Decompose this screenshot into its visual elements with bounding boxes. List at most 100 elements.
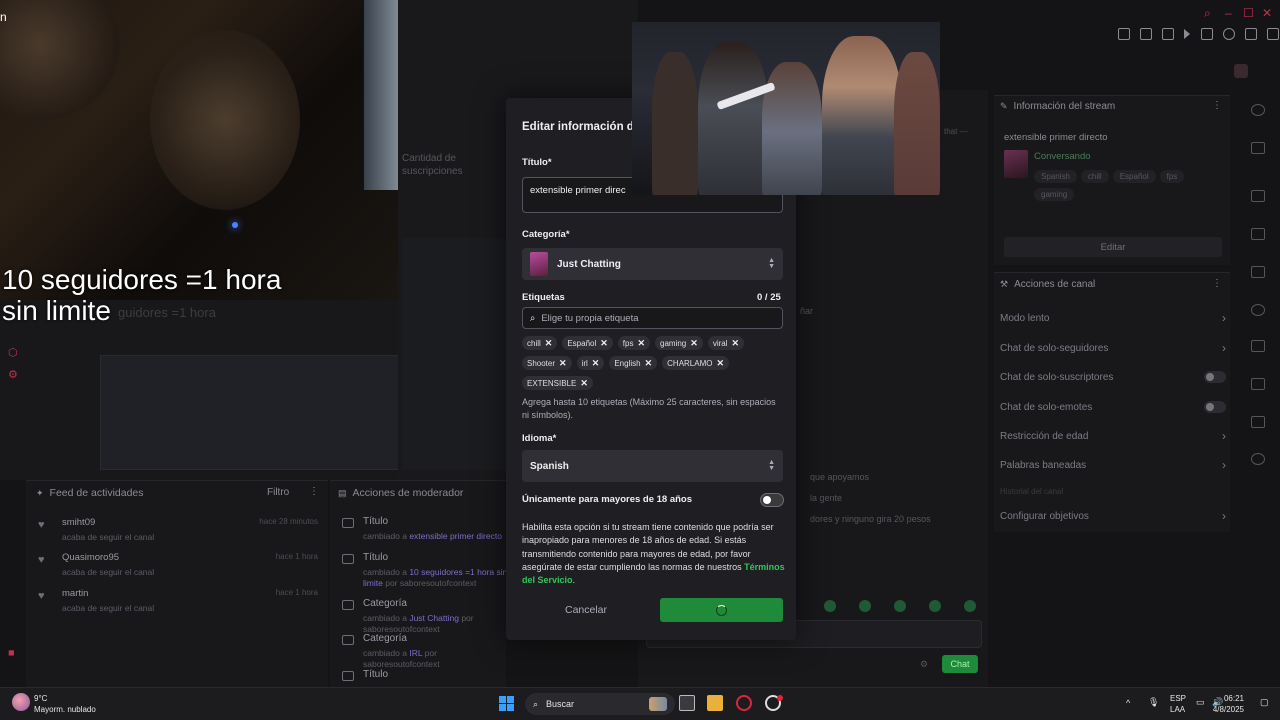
search-icon[interactable]: ⌕ — [1204, 6, 1211, 21]
gear-icon[interactable]: ⚙ — [920, 659, 928, 670]
lang-layout[interactable]: LAA — [1170, 705, 1185, 714]
opera-icon[interactable] — [736, 695, 752, 711]
bolt-icon[interactable] — [1251, 228, 1265, 240]
info-icon[interactable] — [1251, 104, 1265, 116]
save-button[interactable] — [660, 598, 783, 622]
category-icon — [342, 635, 354, 645]
minimize-icon[interactable]: – — [1225, 6, 1232, 20]
chat-send-button[interactable]: Chat — [942, 655, 978, 673]
tag-chip[interactable]: viral ✕ — [707, 336, 745, 350]
emote-icon[interactable] — [894, 600, 906, 612]
mod-action-detail: cambiado a extensible primer directo — [363, 531, 502, 541]
channel-action-subs-only[interactable]: Chat de solo-suscriptores — [1000, 369, 1226, 385]
mic-icon[interactable]: 🎙 — [1148, 697, 1159, 708]
more-icon[interactable]: ⋮ — [1212, 278, 1222, 289]
close-icon[interactable]: ✕ — [1262, 6, 1272, 20]
puzzle-icon[interactable] — [1251, 453, 1265, 465]
channel-action-age-restriction[interactable]: Restricción de edad › — [1000, 428, 1226, 444]
category-link[interactable]: Conversando — [1034, 151, 1091, 162]
cancel-button[interactable]: Cancelar — [522, 598, 650, 622]
network-icon[interactable]: ▭ — [1196, 697, 1205, 708]
channel-action-emotes-only[interactable]: Chat de solo-emotes — [1000, 399, 1226, 415]
more-icon[interactable]: ⋮ — [309, 486, 319, 497]
wrench-icon: ✎ — [1000, 101, 1008, 111]
settings-icon[interactable]: ⚙ — [8, 368, 18, 381]
lang-code[interactable]: ESP — [1170, 694, 1186, 703]
language-select[interactable]: Spanish ▲ ▼ — [522, 450, 783, 482]
tag-chip[interactable]: irl ✕ — [576, 356, 605, 370]
close-icon[interactable]: ✕ — [559, 358, 567, 369]
close-icon[interactable]: ✕ — [580, 378, 588, 389]
activity-feed-panel — [26, 480, 328, 687]
tag-chip[interactable]: gaming ✕ — [655, 336, 703, 350]
tag-chip[interactable]: English ✕ — [609, 356, 658, 370]
adult-only-toggle[interactable] — [760, 493, 784, 507]
notifications-icon[interactable]: ▢ — [1260, 697, 1269, 708]
clock-date[interactable]: 4/8/2025 — [1206, 705, 1244, 714]
chat-bubble-icon[interactable] — [1251, 304, 1265, 316]
video-popup[interactable] — [632, 22, 940, 195]
webcam-light — [232, 222, 238, 228]
taskbar-search-label: Buscar — [546, 699, 575, 709]
crop-icon[interactable] — [1140, 28, 1152, 40]
close-icon[interactable]: ✕ — [690, 338, 698, 349]
target-icon[interactable] — [1251, 190, 1265, 202]
broadcast-icon[interactable] — [1251, 340, 1265, 352]
layers-icon[interactable] — [1251, 378, 1265, 390]
select-arrows-icon: ▲ ▼ — [768, 257, 775, 270]
heart-icon[interactable] — [1223, 28, 1235, 40]
channel-action-goals[interactable]: Configurar objetivos › — [1000, 508, 1226, 524]
wrench-icon[interactable] — [1251, 416, 1265, 428]
weather-desc: Mayorm. nublado — [34, 705, 96, 714]
play-icon[interactable] — [1184, 29, 1191, 39]
close-icon[interactable]: ✕ — [592, 358, 600, 369]
download-icon[interactable] — [1267, 28, 1279, 40]
emote-icon[interactable] — [929, 600, 941, 612]
close-icon[interactable]: ✕ — [545, 338, 553, 349]
task-view-icon[interactable] — [679, 695, 695, 711]
shield-icon[interactable] — [1162, 28, 1174, 40]
tray-expand-icon[interactable]: ^ — [1126, 698, 1130, 708]
tag-chip[interactable]: EXTENSIBLE ✕ — [522, 376, 593, 390]
edit-icon — [342, 671, 354, 681]
tag-search-input[interactable]: ⌕ Elige tu propia etiqueta — [522, 307, 783, 329]
tag-chip[interactable]: fps ✕ — [617, 336, 651, 350]
windows-start-icon[interactable] — [499, 696, 514, 711]
channel-action-slow-mode[interactable]: Modo lento › — [1000, 310, 1226, 326]
pencil-icon[interactable] — [1251, 142, 1265, 154]
emote-icon[interactable] — [964, 600, 976, 612]
pin-icon[interactable]: ⬡ — [8, 346, 18, 359]
language-value: Spanish — [530, 460, 569, 472]
toggle[interactable] — [1204, 401, 1226, 413]
close-icon[interactable]: ✕ — [600, 338, 608, 349]
close-icon[interactable]: ✕ — [637, 338, 645, 349]
taskbar-search[interactable]: ⌕ Buscar — [525, 693, 675, 715]
tag-chip[interactable]: CHARLAMO ✕ — [662, 356, 730, 370]
edit-stream-button[interactable]: Editar — [1004, 237, 1222, 257]
tag-chip[interactable]: Español ✕ — [562, 336, 613, 350]
mic-icon[interactable] — [1201, 28, 1213, 40]
more-icon[interactable]: ⋮ — [1212, 100, 1222, 111]
channel-action-banned-words[interactable]: Palabras baneadas › — [1000, 457, 1226, 473]
weather-icon[interactable] — [12, 693, 30, 711]
tag-chip[interactable]: Shooter ✕ — [522, 356, 572, 370]
filter-button[interactable]: Filtro — [267, 487, 289, 498]
toggle[interactable] — [1204, 371, 1226, 383]
pin-icon[interactable] — [1118, 28, 1130, 40]
lock-icon[interactable] — [1245, 28, 1257, 40]
clock-time[interactable]: 06:21 — [1220, 694, 1244, 703]
tag-chip[interactable]: chill ✕ — [522, 336, 558, 350]
maximize-icon[interactable]: ☐ — [1243, 6, 1254, 20]
category-thumbnail — [530, 252, 548, 276]
title-label: Título* — [522, 157, 552, 168]
close-icon[interactable]: ✕ — [731, 338, 739, 349]
category-select[interactable]: Just Chatting ▲ ▼ — [522, 248, 783, 280]
emote-icon[interactable] — [859, 600, 871, 612]
emote-icon[interactable] — [824, 600, 836, 612]
close-icon[interactable]: ✕ — [645, 358, 653, 369]
document-icon[interactable] — [1251, 266, 1265, 278]
mod-icon[interactable]: ◼ — [8, 648, 15, 657]
file-explorer-icon[interactable] — [707, 695, 723, 711]
channel-action-followers-only[interactable]: Chat de solo-seguidores › — [1000, 340, 1226, 356]
close-icon[interactable]: ✕ — [716, 358, 724, 369]
